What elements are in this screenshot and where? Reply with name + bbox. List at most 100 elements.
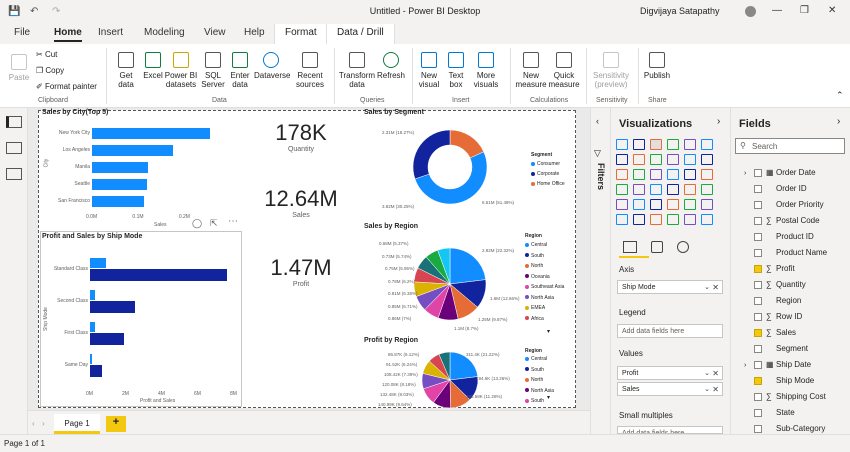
field-checkbox[interactable] bbox=[754, 392, 762, 401]
restore-icon[interactable]: ❐ bbox=[800, 5, 809, 16]
field-item[interactable]: Product Name bbox=[744, 248, 827, 257]
excel-button[interactable]: Excel bbox=[142, 52, 164, 80]
profit-region-legend-item[interactable]: North bbox=[525, 377, 543, 383]
field-item[interactable]: ∑ Sales bbox=[744, 328, 796, 337]
more-options-icon[interactable]: ⋯ bbox=[228, 216, 238, 227]
field-checkbox[interactable] bbox=[754, 216, 762, 225]
field-checkbox[interactable] bbox=[754, 168, 762, 177]
transform-data-button[interactable]: Transform data bbox=[338, 52, 376, 89]
get-data-button[interactable]: Get data bbox=[112, 52, 140, 89]
region-legend-item[interactable]: South bbox=[525, 253, 544, 259]
sales-bar[interactable] bbox=[90, 365, 102, 377]
next-page-icon[interactable]: › bbox=[42, 419, 45, 428]
field-item[interactable]: ∑ Profit bbox=[744, 264, 795, 273]
visual-type-icon[interactable] bbox=[684, 139, 696, 150]
data-view-icon[interactable] bbox=[6, 142, 22, 154]
profit-region-legend-item[interactable]: Central bbox=[525, 356, 547, 362]
profit-bar[interactable] bbox=[90, 258, 107, 268]
page-tab-1[interactable]: Page 1 bbox=[54, 414, 100, 434]
visual-type-icon[interactable] bbox=[650, 154, 662, 165]
field-item[interactable]: Region bbox=[744, 296, 801, 305]
visual-type-icon[interactable] bbox=[701, 184, 713, 195]
field-checkbox[interactable] bbox=[754, 184, 762, 193]
chevron-down-icon[interactable]: ⌄ bbox=[704, 283, 710, 291]
region-legend-item[interactable]: North bbox=[525, 263, 543, 269]
new-measure-button[interactable]: New measure bbox=[514, 52, 548, 89]
values-field-sales[interactable]: Sales ⌄ ✕ bbox=[617, 382, 723, 396]
menu-home[interactable]: Home bbox=[54, 27, 82, 42]
field-checkbox[interactable] bbox=[754, 264, 762, 273]
analytics-icon[interactable] bbox=[677, 241, 689, 253]
profit-bar[interactable] bbox=[90, 290, 96, 300]
sensitivity-button[interactable]: Sensitivity (preview) bbox=[588, 52, 634, 89]
visual-type-icon[interactable] bbox=[633, 139, 645, 150]
paste-button[interactable]: Paste bbox=[6, 54, 32, 82]
field-item[interactable]: State bbox=[744, 408, 795, 417]
menu-view[interactable]: View bbox=[204, 27, 226, 38]
profit-region-pie-chart[interactable] bbox=[418, 350, 482, 410]
more-visuals-button[interactable]: More visuals bbox=[470, 52, 502, 89]
fields-tab-icon[interactable] bbox=[623, 241, 637, 253]
segment-slice[interactable] bbox=[449, 129, 485, 159]
field-checkbox[interactable] bbox=[754, 280, 762, 289]
field-item[interactable]: Order Priority bbox=[744, 200, 824, 209]
collapse-ribbon-icon[interactable]: ⌃ bbox=[836, 90, 844, 101]
visual-type-icon[interactable] bbox=[667, 169, 679, 180]
format-painter-button[interactable]: ✐ Format painter bbox=[36, 82, 97, 91]
filters-pane[interactable]: ‹ ▽ Filters bbox=[590, 108, 610, 434]
menu-help[interactable]: Help bbox=[244, 27, 265, 38]
profit-bar[interactable] bbox=[90, 354, 92, 364]
profit-region-legend-item[interactable]: North Asia bbox=[525, 388, 554, 394]
dataverse-button[interactable]: Dataverse bbox=[254, 52, 290, 80]
region-legend-item[interactable]: Central bbox=[525, 242, 547, 248]
visual-type-icon[interactable] bbox=[701, 214, 713, 225]
field-item[interactable]: › ▦ Ship Date bbox=[744, 360, 811, 369]
remove-icon[interactable]: ✕ bbox=[712, 369, 719, 378]
field-item[interactable]: Sub-Category bbox=[744, 424, 825, 433]
field-item[interactable]: ∑ Shipping Cost bbox=[744, 392, 826, 401]
model-view-icon[interactable] bbox=[6, 168, 22, 180]
field-checkbox[interactable] bbox=[754, 200, 762, 209]
small-multiples-drop-zone[interactable]: Add data fields here bbox=[617, 426, 723, 434]
visual-type-icon[interactable] bbox=[616, 184, 628, 195]
field-checkbox[interactable] bbox=[754, 408, 762, 417]
recent-sources-button[interactable]: Recent sources bbox=[292, 52, 328, 89]
field-item[interactable]: Ship Mode bbox=[744, 376, 814, 385]
field-checkbox[interactable] bbox=[754, 424, 762, 433]
remove-icon[interactable]: ✕ bbox=[712, 385, 719, 394]
visual-type-icon[interactable] bbox=[684, 199, 696, 210]
region-legend-item[interactable]: North Asia bbox=[525, 295, 554, 301]
city-bar[interactable] bbox=[92, 128, 211, 139]
city-bar[interactable] bbox=[92, 196, 144, 207]
region-pie-chart[interactable] bbox=[412, 238, 488, 330]
visual-type-icon[interactable] bbox=[616, 154, 628, 165]
profit-region-legend-item[interactable]: South bbox=[525, 398, 544, 404]
pbi-datasets-button[interactable]: Power BI datasets bbox=[164, 52, 198, 89]
report-view-icon[interactable] bbox=[6, 116, 22, 128]
visual-type-icon[interactable] bbox=[616, 199, 628, 210]
cut-button[interactable]: ✂ Cut bbox=[36, 50, 57, 59]
enter-data-button[interactable]: Enter data bbox=[228, 52, 252, 89]
visual-type-icon[interactable] bbox=[667, 214, 679, 225]
menu-file[interactable]: File bbox=[14, 27, 30, 38]
visual-type-icon[interactable] bbox=[667, 199, 679, 210]
prev-page-icon[interactable]: ‹ bbox=[32, 419, 35, 428]
legend-drop-zone[interactable]: Add data fields here bbox=[617, 324, 723, 338]
focus-mode-icon[interactable]: ⇱ bbox=[210, 218, 218, 229]
minimize-icon[interactable]: — bbox=[772, 5, 782, 16]
field-checkbox[interactable] bbox=[754, 296, 762, 305]
segment-donut-chart[interactable] bbox=[410, 124, 490, 210]
field-checkbox[interactable] bbox=[754, 248, 762, 257]
filter-icon[interactable]: ◯ bbox=[192, 218, 202, 229]
field-item[interactable]: › ▦ Order Date bbox=[744, 168, 816, 177]
copy-button[interactable]: ❐ Copy bbox=[36, 66, 64, 75]
visual-type-icon[interactable] bbox=[616, 214, 628, 225]
visual-type-icon[interactable] bbox=[633, 199, 645, 210]
chevron-right-icon[interactable]: › bbox=[717, 116, 720, 127]
profit-region-legend-item[interactable]: South bbox=[525, 367, 544, 373]
visual-type-icon[interactable] bbox=[633, 184, 645, 195]
menu-modeling[interactable]: Modeling bbox=[144, 27, 185, 38]
visual-type-icon[interactable] bbox=[650, 214, 662, 225]
remove-icon[interactable]: ✕ bbox=[712, 283, 719, 292]
chevron-left-icon[interactable]: ‹ bbox=[596, 116, 599, 126]
